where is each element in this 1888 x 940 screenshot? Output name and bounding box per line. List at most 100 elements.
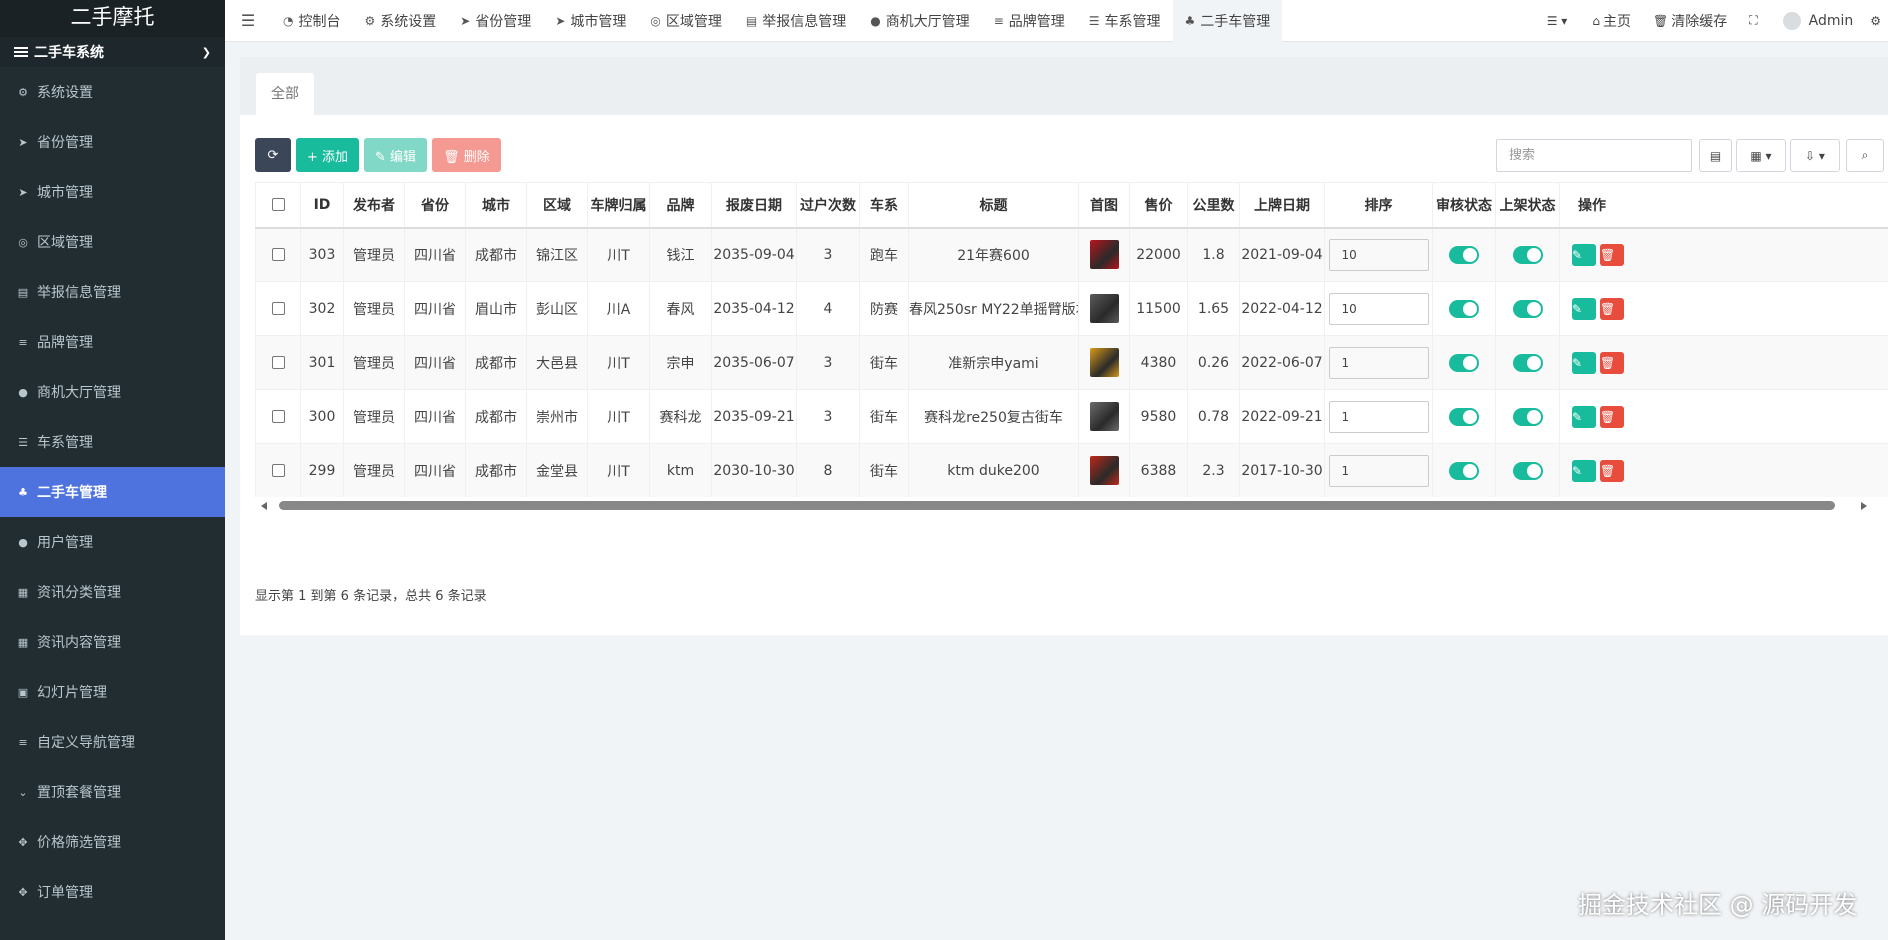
column-header[interactable]: 操作 xyxy=(1559,182,1888,229)
home-link[interactable]: ⌂ 主页 xyxy=(1581,11,1642,31)
sidebar-item[interactable]: ● 商机大厅管理 xyxy=(0,367,225,417)
scroll-right-icon[interactable] xyxy=(1861,502,1867,510)
row-edit-icon[interactable]: ✎ xyxy=(1572,459,1596,482)
sort-input[interactable]: 10 xyxy=(1328,238,1429,271)
column-header[interactable]: 审核状态 xyxy=(1432,182,1496,229)
sidebar-item[interactable]: ➤ 省份管理 xyxy=(0,117,225,167)
column-header[interactable]: 车系 xyxy=(859,182,909,229)
nav-tab[interactable]: ≡ 品牌管理 xyxy=(982,0,1077,42)
row-edit-icon[interactable]: ✎ xyxy=(1572,405,1596,428)
audit-status-toggle[interactable] xyxy=(1449,461,1479,480)
column-header[interactable]: 上牌日期 xyxy=(1239,182,1325,229)
nav-tab[interactable]: ▤ 举报信息管理 xyxy=(734,0,858,42)
edit-button[interactable]: ✎ 编辑 xyxy=(364,138,428,172)
motorcycle-thumbnail[interactable] xyxy=(1089,294,1119,323)
column-header[interactable]: 公里数 xyxy=(1187,182,1240,229)
nav-tab[interactable]: ◎ 区域管理 xyxy=(638,0,733,42)
row-delete-icon[interactable]: 🗑 xyxy=(1600,297,1624,320)
sidebar-item[interactable]: ♣ 二手车管理 xyxy=(0,467,225,517)
multi-tab-toggle[interactable]: ☰ ▾ xyxy=(1536,14,1582,28)
column-header[interactable]: 排序 xyxy=(1324,182,1433,229)
sidebar-item[interactable]: ▦ 资讯内容管理 xyxy=(0,617,225,667)
horizontal-scrollbar[interactable] xyxy=(255,498,1888,514)
scroll-left-icon[interactable] xyxy=(261,502,267,510)
sidebar-item[interactable]: ➤ 城市管理 xyxy=(0,167,225,217)
column-header[interactable]: 区域 xyxy=(526,182,588,229)
scroll-thumb[interactable] xyxy=(279,501,1835,510)
audit-status-toggle[interactable] xyxy=(1449,353,1479,372)
sort-input[interactable]: 1 xyxy=(1328,400,1429,433)
row-edit-icon[interactable]: ✎ xyxy=(1572,243,1596,266)
column-header[interactable]: ID xyxy=(300,182,344,229)
nav-tab[interactable]: ◔ 控制台 xyxy=(271,0,352,42)
delete-button[interactable]: 🗑 删除 xyxy=(432,138,501,172)
sidebar-item[interactable]: ≡ 品牌管理 xyxy=(0,317,225,367)
nav-tab[interactable]: ☰ 车系管理 xyxy=(1077,0,1173,42)
column-header[interactable]: 品牌 xyxy=(649,182,712,229)
column-header[interactable]: 车牌归属 xyxy=(587,182,650,229)
sidebar-item[interactable]: ✥ 订单管理 xyxy=(0,867,225,917)
add-button[interactable]: + 添加 xyxy=(296,138,360,172)
audit-status-toggle[interactable] xyxy=(1449,245,1479,264)
nav-tab[interactable]: ♣ 二手车管理 xyxy=(1172,0,1283,42)
online-status-toggle[interactable] xyxy=(1512,461,1543,480)
nav-tab[interactable]: ➤ 省份管理 xyxy=(448,0,543,42)
clear-cache-link[interactable]: 🗑 清除缓存 xyxy=(1642,11,1738,31)
row-checkbox[interactable] xyxy=(271,410,285,423)
nav-tab[interactable]: ➤ 城市管理 xyxy=(543,0,638,42)
sort-input[interactable]: 1 xyxy=(1328,454,1429,487)
column-header[interactable]: 标题 xyxy=(908,182,1079,229)
search-input[interactable] xyxy=(1496,139,1692,172)
column-header[interactable]: 发布者 xyxy=(343,182,405,229)
tab-all[interactable]: 全部 xyxy=(256,73,314,115)
column-header[interactable]: 首图 xyxy=(1078,182,1130,229)
sort-input[interactable]: 10 xyxy=(1328,292,1429,325)
column-header[interactable]: 报废日期 xyxy=(711,182,797,229)
column-header[interactable]: 城市 xyxy=(465,182,527,229)
motorcycle-thumbnail[interactable] xyxy=(1089,402,1119,431)
row-edit-icon[interactable]: ✎ xyxy=(1572,351,1596,374)
fullscreen-button[interactable]: ⛶ xyxy=(1738,13,1771,28)
row-delete-icon[interactable]: 🗑 xyxy=(1600,405,1624,428)
sidebar-item[interactable]: ⌄ 置顶套餐管理 xyxy=(0,767,225,817)
search-button[interactable]: ⌕ xyxy=(1846,139,1884,172)
motorcycle-thumbnail[interactable] xyxy=(1089,348,1119,377)
online-status-toggle[interactable] xyxy=(1512,299,1543,318)
motorcycle-thumbnail[interactable] xyxy=(1089,456,1119,485)
row-checkbox[interactable] xyxy=(271,248,285,262)
app-logo[interactable]: 二手摩托 xyxy=(0,0,225,37)
toggle-view-button[interactable]: ▤ xyxy=(1699,139,1732,172)
online-status-toggle[interactable] xyxy=(1512,407,1543,426)
row-checkbox[interactable] xyxy=(271,302,285,315)
nav-tab[interactable]: ⚙ 系统设置 xyxy=(352,0,448,42)
column-header[interactable]: 过户次数 xyxy=(796,182,860,229)
column-header[interactable]: 省份 xyxy=(404,182,466,229)
select-all-checkbox[interactable] xyxy=(271,198,285,212)
row-edit-icon[interactable]: ✎ xyxy=(1572,297,1596,320)
column-header[interactable]: 上架状态 xyxy=(1495,182,1560,229)
sidebar-item[interactable]: ⚙ 系统设置 xyxy=(0,67,225,117)
online-status-toggle[interactable] xyxy=(1512,245,1543,264)
column-header[interactable]: 售价 xyxy=(1129,182,1188,229)
motorcycle-thumbnail[interactable] xyxy=(1089,240,1119,270)
nav-tab[interactable]: ● 商机大厅管理 xyxy=(858,0,981,42)
row-checkbox[interactable] xyxy=(271,356,285,369)
row-delete-icon[interactable]: 🗑 xyxy=(1600,243,1624,266)
sidebar-item[interactable]: ✥ 价格筛选管理 xyxy=(0,817,225,867)
sidebar-item[interactable]: ▦ 资讯分类管理 xyxy=(0,567,225,617)
sidebar-item[interactable]: ▤ 举报信息管理 xyxy=(0,267,225,317)
settings-button[interactable]: ⚙ xyxy=(1864,14,1888,28)
user-menu[interactable]: Admin xyxy=(1772,11,1865,30)
sort-input[interactable]: 1 xyxy=(1328,346,1429,379)
menu-toggle-icon[interactable]: ☰ xyxy=(225,11,271,30)
system-menu-header[interactable]: 二手车系统 ❯ xyxy=(0,37,225,67)
export-button[interactable]: ⇩ ▾ xyxy=(1790,139,1840,172)
online-status-toggle[interactable] xyxy=(1512,353,1543,372)
row-delete-icon[interactable]: 🗑 xyxy=(1600,351,1624,374)
sidebar-item[interactable]: ☰ 车系管理 xyxy=(0,417,225,467)
row-checkbox[interactable] xyxy=(271,464,285,477)
audit-status-toggle[interactable] xyxy=(1449,407,1479,426)
audit-status-toggle[interactable] xyxy=(1449,299,1479,318)
sidebar-item[interactable]: ● 用户管理 xyxy=(0,517,225,567)
sidebar-item[interactable]: ≡ 自定义导航管理 xyxy=(0,717,225,767)
